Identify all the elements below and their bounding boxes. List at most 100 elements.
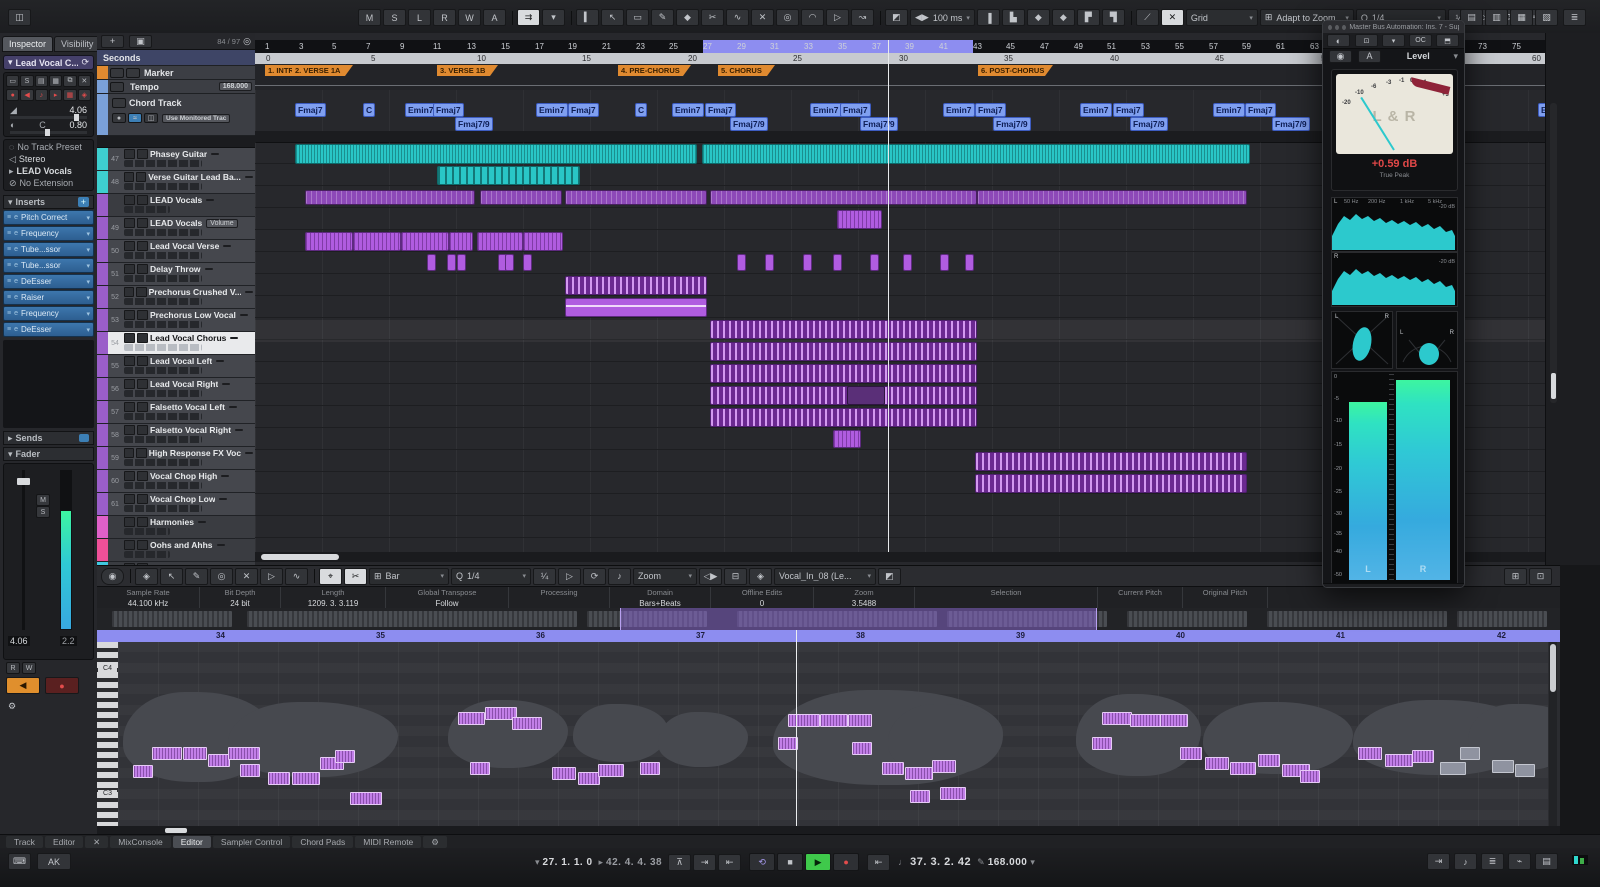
channel-fader[interactable] bbox=[22, 470, 25, 630]
track-button-row[interactable] bbox=[124, 298, 202, 305]
track-control-button[interactable]: S bbox=[20, 75, 33, 87]
variaudio-segment[interactable] bbox=[512, 717, 542, 730]
insert-dropdown-icon[interactable]: ▾ bbox=[86, 230, 90, 238]
chord-event[interactable]: Fmaj7/9 bbox=[730, 117, 768, 131]
lower-zone-tab[interactable]: MIDI Remote bbox=[355, 836, 421, 848]
track-button-row[interactable] bbox=[124, 551, 170, 558]
mute-button[interactable] bbox=[124, 402, 135, 412]
tool-icon[interactable]: ✕ bbox=[751, 9, 774, 26]
tab-inspector[interactable]: Inspector bbox=[2, 36, 53, 52]
editor-part-select[interactable]: Vocal_In_08 (Le...▾ bbox=[774, 568, 876, 585]
tool-icon[interactable]: ↝ bbox=[851, 9, 874, 26]
insert-bypass-icon[interactable]: ≡ bbox=[7, 214, 11, 221]
variaudio-segment[interactable] bbox=[598, 764, 624, 777]
solo-button[interactable] bbox=[137, 379, 148, 389]
track-row[interactable]: 52 Prechorus Crushed V...ls bbox=[97, 286, 255, 309]
audio-event[interactable] bbox=[295, 144, 697, 164]
chord-event[interactable]: Fmaj7/9 bbox=[993, 117, 1031, 131]
listen-button[interactable]: ◀ bbox=[6, 677, 40, 694]
variaudio-note-area[interactable] bbox=[118, 642, 1548, 826]
color-tool-icon[interactable]: ◩ bbox=[885, 9, 908, 26]
solo-button[interactable] bbox=[137, 310, 148, 320]
chord-track-row[interactable]: Chord Track ●≈◫ Use Monitored Trac bbox=[97, 94, 255, 136]
solo-button[interactable] bbox=[137, 425, 148, 435]
transport-right-icon[interactable]: ♪ bbox=[1454, 853, 1477, 870]
variaudio-segment[interactable] bbox=[552, 767, 576, 780]
track-row[interactable]: 58 Falsetto Vocal Right bbox=[97, 424, 255, 447]
automation-button[interactable]: L bbox=[408, 9, 431, 26]
editor-tool-icon[interactable]: ◈ bbox=[135, 568, 158, 585]
track-extra-label[interactable] bbox=[245, 452, 253, 454]
scrollbar-handle[interactable] bbox=[165, 828, 187, 833]
variaudio-segment[interactable] bbox=[788, 714, 820, 727]
editor-tool-icon[interactable]: ▷ bbox=[260, 568, 283, 585]
chord-event[interactable]: Emin7 bbox=[672, 103, 704, 117]
track-extra-label[interactable] bbox=[205, 268, 213, 270]
plugin-tool-icon[interactable]: ⊡ bbox=[1355, 34, 1378, 47]
audio-event[interactable] bbox=[480, 190, 562, 205]
monitored-track-button[interactable]: Use Monitored Trac bbox=[162, 114, 230, 123]
tool-icon[interactable]: ▭ bbox=[626, 9, 649, 26]
track-row[interactable]: 49 LEAD Vocals Volume bbox=[97, 217, 255, 240]
cycle-button[interactable]: ⟲ bbox=[749, 853, 775, 871]
module-a-button[interactable]: A bbox=[1358, 50, 1381, 63]
solo-button[interactable] bbox=[137, 218, 148, 228]
variaudio-segment[interactable] bbox=[932, 760, 956, 773]
mute-button[interactable] bbox=[124, 379, 135, 389]
audio-event[interactable] bbox=[427, 254, 436, 271]
editor-range-icon[interactable]: ◁▶ bbox=[699, 568, 722, 585]
plugin-tool-icon[interactable]: ⬒ bbox=[1436, 34, 1459, 47]
track-extra-label[interactable] bbox=[235, 429, 243, 431]
audio-event[interactable] bbox=[710, 190, 977, 205]
vertical-scrollbar[interactable] bbox=[1550, 103, 1557, 403]
audio-event[interactable] bbox=[710, 320, 977, 339]
audio-event[interactable] bbox=[457, 254, 466, 271]
track-preset-row[interactable]: ◌No Track Preset bbox=[5, 141, 92, 153]
mute-button[interactable] bbox=[124, 172, 134, 182]
play-button[interactable]: ▶ bbox=[805, 853, 831, 871]
track-button-row[interactable] bbox=[124, 367, 202, 374]
track-button-row[interactable] bbox=[124, 344, 202, 351]
transport-position[interactable]: ♩ 37. 3. 2. 42 bbox=[898, 856, 971, 868]
module-select[interactable]: Level bbox=[1407, 51, 1430, 61]
chord-event[interactable]: C bbox=[363, 103, 375, 117]
track-row[interactable]: 53 Prechorus Low Vocal bbox=[97, 309, 255, 332]
track-extra-label[interactable] bbox=[229, 406, 237, 408]
tab-visibility[interactable]: Visibility bbox=[54, 36, 100, 52]
read-automation-button[interactable]: R bbox=[6, 662, 20, 674]
variaudio-segment[interactable] bbox=[910, 790, 930, 803]
tool-icon[interactable]: ∿ bbox=[726, 9, 749, 26]
tool-icon[interactable]: ◎ bbox=[776, 9, 799, 26]
track-extra-label[interactable] bbox=[198, 521, 206, 523]
snap-toggle-icon[interactable]: ⟋ bbox=[1136, 9, 1159, 26]
chord-event[interactable]: Fmaj7/9 bbox=[1272, 117, 1310, 131]
mute-button[interactable] bbox=[124, 494, 135, 504]
track-extra-label[interactable] bbox=[206, 199, 214, 201]
extension-row[interactable]: ⊘No Extension bbox=[5, 177, 92, 189]
automation-button[interactable]: R bbox=[433, 9, 456, 26]
playhead[interactable] bbox=[888, 40, 889, 552]
audio-event[interactable] bbox=[847, 386, 885, 405]
audio-event[interactable] bbox=[447, 254, 456, 271]
variaudio-segment[interactable] bbox=[905, 767, 933, 780]
track-button-row[interactable] bbox=[124, 275, 202, 282]
editor-overview[interactable] bbox=[97, 608, 1560, 631]
variaudio-segment[interactable] bbox=[1180, 747, 1202, 760]
insert-bypass-icon[interactable]: ≡ bbox=[7, 246, 11, 253]
insert-bypass-icon[interactable]: ≡ bbox=[7, 278, 11, 285]
track-row[interactable]: 48 Verse Guitar Lead Ba...ng bbox=[97, 171, 255, 194]
insert-slot[interactable]: ≡ e Frequency ▾ bbox=[3, 306, 94, 321]
track-extra-label[interactable] bbox=[219, 498, 227, 500]
track-control-button[interactable]: ✕ bbox=[78, 75, 91, 87]
insert-dropdown-icon[interactable]: ▾ bbox=[86, 278, 90, 286]
variaudio-segment[interactable] bbox=[208, 754, 230, 767]
track-row[interactable]: 50 Lead Vocal Verse bbox=[97, 240, 255, 263]
variaudio-segment[interactable] bbox=[578, 772, 600, 785]
audio-event[interactable] bbox=[833, 430, 861, 448]
variaudio-segment[interactable] bbox=[848, 714, 872, 727]
track-button-row[interactable] bbox=[124, 252, 202, 259]
info-cell[interactable]: Processing bbox=[509, 587, 610, 609]
nudge-amount-select[interactable]: ◀▶ 100 ms▾ bbox=[910, 9, 975, 26]
track-row[interactable]: 61 Vocal Chop Low bbox=[97, 493, 255, 516]
lower-zone-tab[interactable]: MixConsole bbox=[110, 836, 170, 848]
